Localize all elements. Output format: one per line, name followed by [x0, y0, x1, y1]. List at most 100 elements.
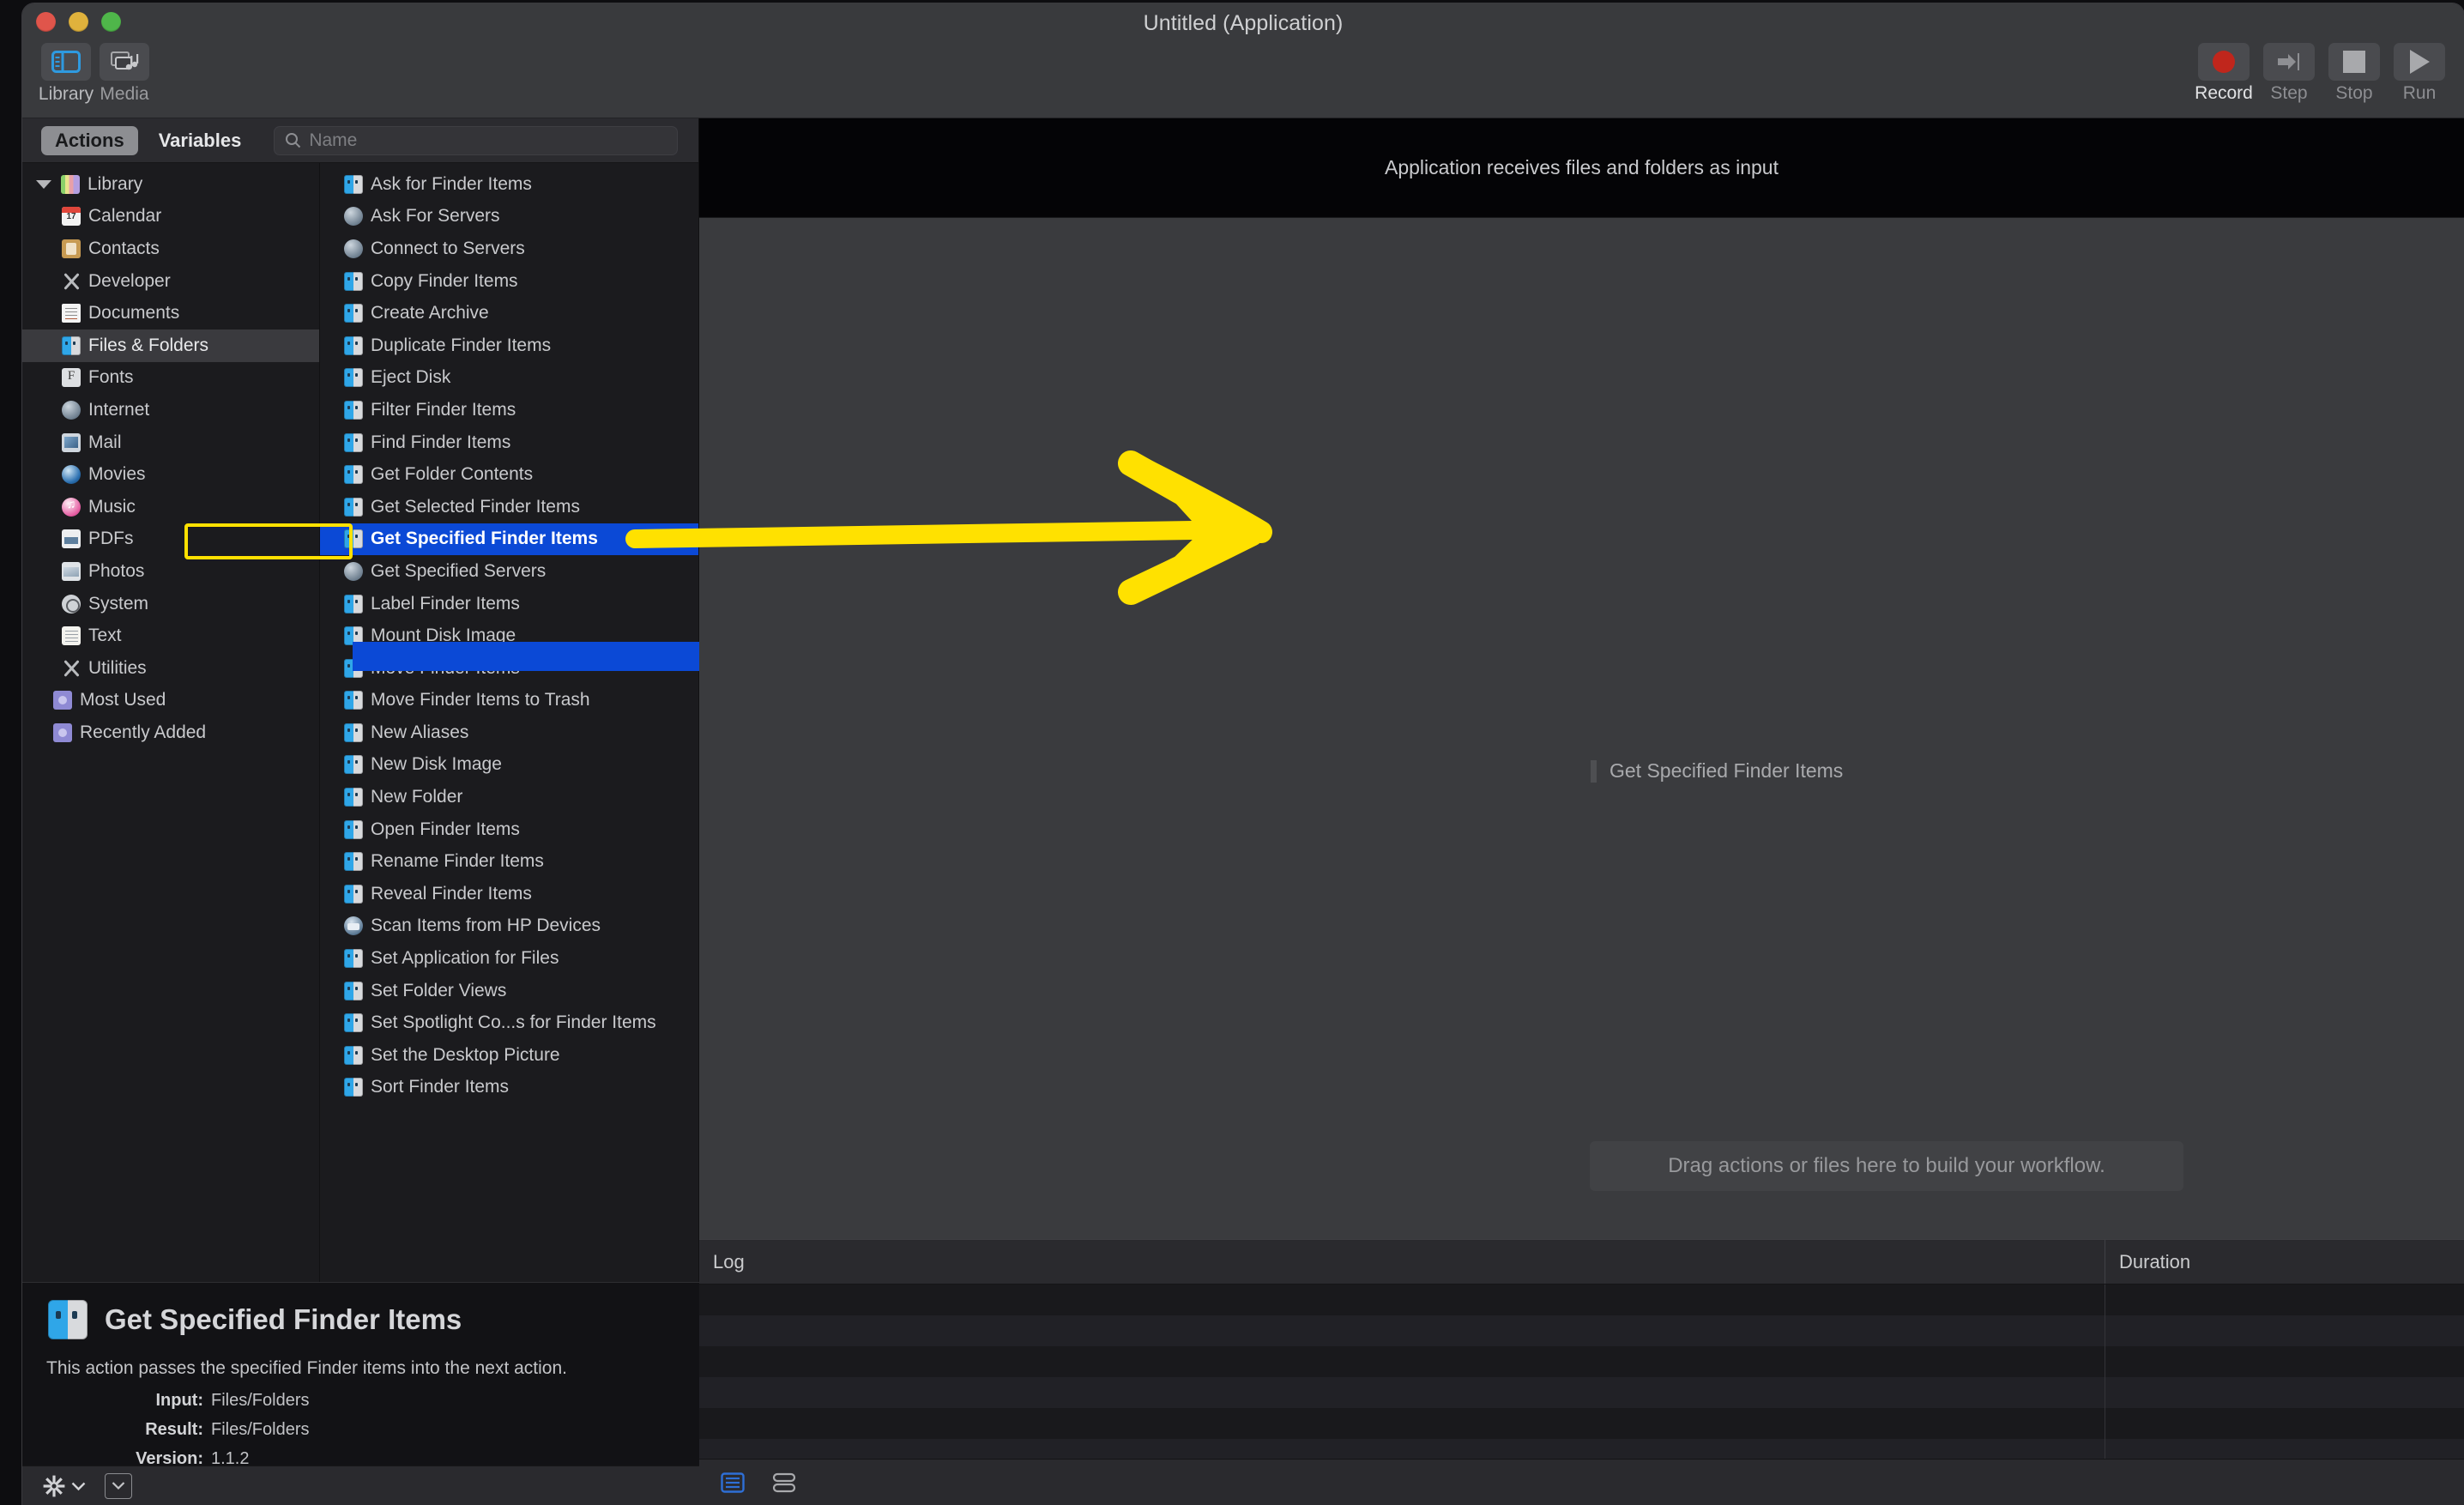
fonts-icon: [62, 368, 81, 387]
action-row[interactable]: Find Finder Items: [320, 426, 698, 459]
log-rows[interactable]: [699, 1284, 2464, 1459]
log-column-label: Duration: [2105, 1251, 2190, 1273]
meta-value: Files/Folders: [211, 1420, 309, 1440]
system-icon: [62, 595, 81, 613]
action-row[interactable]: Duplicate Finder Items: [320, 329, 698, 362]
sidebar-item-fonts[interactable]: Fonts: [22, 362, 319, 395]
action-row[interactable]: Ask for Finder Items: [320, 168, 698, 201]
action-row[interactable]: Scan Items from HP Devices: [320, 910, 698, 943]
log-column-header-duration[interactable]: Duration: [2105, 1240, 2464, 1284]
log-split-view-icon[interactable]: [770, 1471, 799, 1495]
sidebar-item-files-and-folders[interactable]: Files & Folders: [22, 329, 319, 362]
action-label: Set Spotlight Co...s for Finder Items: [371, 1012, 656, 1033]
action-row[interactable]: Get Specified Servers: [320, 555, 698, 588]
sidebar-item-internet[interactable]: Internet: [22, 394, 319, 426]
library-panel: Actions Variables Name Library Calendar: [22, 118, 699, 1505]
actions-list[interactable]: Ask for Finder Items Ask For Servers Con…: [320, 163, 698, 1282]
action-label: Get Folder Contents: [371, 464, 533, 485]
finder-icon: [344, 755, 363, 774]
action-row[interactable]: Label Finder Items: [320, 588, 698, 620]
log-column-headers: Log Duration: [699, 1240, 2464, 1284]
action-row[interactable]: Set the Desktop Picture: [320, 1039, 698, 1072]
canvas-action-label: Get Specified Finder Items: [1609, 759, 1843, 783]
action-menu-button[interactable]: [43, 1475, 86, 1497]
action-row[interactable]: Move Finder Items to Trash: [320, 685, 698, 717]
sidebar-item-utilities[interactable]: Utilities: [22, 652, 319, 685]
action-row[interactable]: Filter Finder Items: [320, 394, 698, 426]
sidebar-item-system[interactable]: System: [22, 588, 319, 620]
action-row-get-specified-finder-items[interactable]: Get Specified Finder Items: [320, 523, 698, 556]
action-info-panel: Get Specified Finder Items This action p…: [22, 1282, 699, 1466]
action-label: Find Finder Items: [371, 432, 510, 453]
action-row[interactable]: Reveal Finder Items: [320, 878, 698, 910]
log-list-view-icon[interactable]: [718, 1471, 747, 1495]
action-row[interactable]: Create Archive: [320, 297, 698, 329]
tab-actions[interactable]: Actions: [41, 126, 138, 155]
action-label: Reveal Finder Items: [371, 884, 532, 904]
action-row[interactable]: Set Folder Views: [320, 975, 698, 1007]
action-row[interactable]: Copy Finder Items: [320, 265, 698, 298]
action-row[interactable]: Open Finder Items: [320, 813, 698, 846]
action-row[interactable]: Set Application for Files: [320, 942, 698, 975]
action-row[interactable]: Ask For Servers: [320, 201, 698, 233]
finder-icon: [344, 1046, 363, 1065]
sidebar-item-label: Utilities: [88, 658, 147, 679]
sidebar-item-documents[interactable]: Documents: [22, 297, 319, 329]
sidebar-item-label: Documents: [88, 303, 179, 323]
sidebar-item-label: Internet: [88, 400, 149, 420]
sidebar-item-most-used[interactable]: Most Used: [22, 685, 319, 717]
action-row[interactable]: Eject Disk: [320, 362, 698, 395]
action-row[interactable]: Connect to Servers: [320, 233, 698, 265]
tab-variables[interactable]: Variables: [145, 126, 256, 155]
sidebar-item-developer[interactable]: Developer: [22, 265, 319, 298]
sidebar-item-contacts[interactable]: Contacts: [22, 233, 319, 265]
desktop-background: Untitled (Application) Library: [0, 0, 2464, 1505]
action-row[interactable]: New Disk Image: [320, 749, 698, 782]
log-row: [699, 1284, 2464, 1315]
sidebar-item-mail[interactable]: Mail: [22, 426, 319, 459]
workflow-dropzone[interactable]: Drag actions or files here to build your…: [1590, 1141, 2183, 1191]
canvas-action-preview: Get Specified Finder Items: [1591, 759, 1843, 783]
search-placeholder: Name: [309, 130, 357, 151]
workflow-area: Application receives files and folders a…: [699, 118, 2464, 1505]
log-row: [699, 1346, 2464, 1377]
movies-icon: [62, 465, 81, 484]
action-row[interactable]: New Aliases: [320, 716, 698, 749]
action-row[interactable]: Sort Finder Items: [320, 1072, 698, 1104]
action-label: New Folder: [371, 787, 462, 807]
action-label: Rename Finder Items: [371, 851, 544, 872]
action-label: Filter Finder Items: [371, 400, 516, 420]
search-input[interactable]: Name: [274, 126, 678, 155]
library-tree[interactable]: Library Calendar Contacts Developer Docu…: [22, 163, 320, 1282]
sidebar-item-recently-added[interactable]: Recently Added: [22, 716, 319, 749]
sidebar-item-calendar[interactable]: Calendar: [22, 201, 319, 233]
action-row[interactable]: New Folder: [320, 781, 698, 813]
toolbar-button-step[interactable]: Step: [2263, 43, 2315, 104]
log-column-header-log[interactable]: Log: [699, 1240, 2105, 1284]
action-label: Ask For Servers: [371, 206, 500, 227]
toolbar-button-run[interactable]: Run: [2394, 43, 2445, 104]
action-row[interactable]: Get Folder Contents: [320, 458, 698, 491]
globe-icon: [344, 239, 363, 258]
sidebar-item-pdfs[interactable]: PDFs: [22, 523, 319, 556]
action-row[interactable]: Get Selected Finder Items: [320, 491, 698, 523]
action-row[interactable]: Rename Finder Items: [320, 845, 698, 878]
toolbar-button-library[interactable]: Library: [41, 43, 91, 105]
sidebar-item-label: Calendar: [88, 206, 161, 227]
library-tree-root[interactable]: Library: [22, 168, 319, 201]
log-row: [699, 1377, 2464, 1408]
toolbar-label-step: Step: [2270, 83, 2307, 104]
chevron-down-icon[interactable]: [36, 180, 51, 189]
hide-info-toggle[interactable]: [105, 1473, 132, 1499]
toolbar-button-record[interactable]: Record: [2198, 43, 2250, 104]
action-label: Set Folder Views: [371, 981, 506, 1001]
workflow-canvas[interactable]: Get Specified Finder Items Drag actions …: [699, 218, 2464, 1239]
sidebar-item-movies[interactable]: Movies: [22, 458, 319, 491]
action-row[interactable]: Set Spotlight Co...s for Finder Items: [320, 1006, 698, 1039]
sidebar-item-photos[interactable]: Photos: [22, 555, 319, 588]
toolbar-button-media[interactable]: Media: [100, 43, 149, 105]
sidebar-item-label: Contacts: [88, 239, 160, 259]
sidebar-item-music[interactable]: Music: [22, 491, 319, 523]
sidebar-item-text[interactable]: Text: [22, 620, 319, 652]
toolbar-button-stop[interactable]: Stop: [2328, 43, 2380, 104]
